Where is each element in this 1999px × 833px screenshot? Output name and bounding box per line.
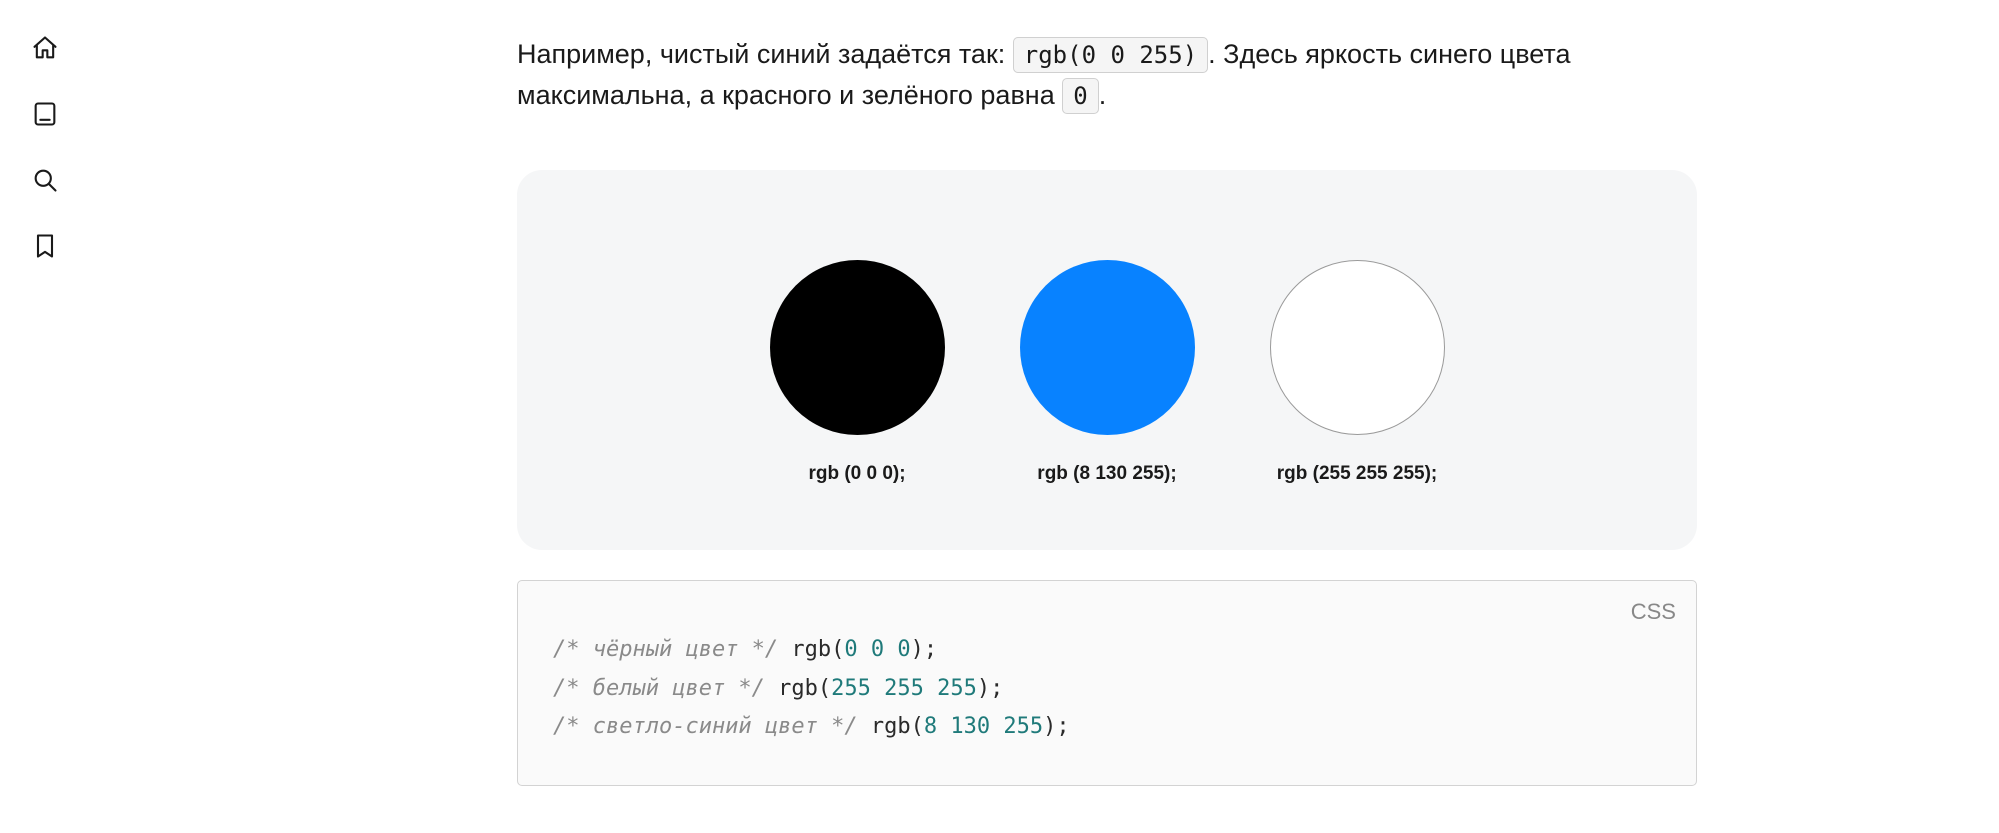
color-swatch-panel: rgb (0 0 0); rgb (8 130 255); rgb (255 2… [517, 170, 1697, 550]
code-block: CSS /* чёрный цвет */ rgb(0 0 0); /* бел… [517, 580, 1697, 786]
code-line: /* чёрный цвет */ rgb(0 0 0); [553, 631, 1661, 670]
code-num: 0 [844, 637, 857, 662]
sidebar [0, 0, 90, 833]
code-num: 8 [924, 714, 937, 739]
code-comment: /* светло-синий цвет */ [553, 714, 858, 739]
search-icon[interactable] [31, 166, 59, 194]
code-num: 0 [897, 637, 910, 662]
code-num: 255 [884, 676, 924, 701]
code-num: 255 [831, 676, 871, 701]
text: Например, чистый синий задаётся так: [517, 39, 1013, 69]
code-pad [858, 714, 871, 739]
text: . [1099, 80, 1107, 110]
code-pad [778, 637, 791, 662]
code-num: 130 [950, 714, 990, 739]
code-line: /* светло-синий цвет */ rgb(8 130 255); [553, 708, 1661, 747]
swatch-blue: rgb (8 130 255); [1020, 260, 1195, 485]
swatch-black: rgb (0 0 0); [770, 260, 945, 485]
inline-code-zero: 0 [1062, 78, 1098, 114]
code-fn: rgb [871, 714, 911, 739]
swatch-label: rgb (0 0 0); [808, 463, 905, 485]
code-fn: rgb [778, 676, 818, 701]
inline-code-rgb-blue: rgb(0 0 255) [1013, 37, 1208, 73]
code-comment: /* чёрный цвет */ [553, 637, 778, 662]
swatch-label: rgb (255 255 255); [1277, 463, 1438, 485]
code-punct: ( [911, 714, 924, 739]
code-punct: ); [1043, 714, 1070, 739]
bookmark-icon[interactable] [31, 232, 59, 260]
code-punct: ( [831, 637, 844, 662]
color-circle [1020, 260, 1195, 435]
code-num: 255 [1003, 714, 1043, 739]
swatch-label: rgb (8 130 255); [1037, 463, 1176, 485]
code-fn: rgb [791, 637, 831, 662]
code-comment: /* белый цвет */ [553, 676, 765, 701]
book-icon[interactable] [31, 100, 59, 128]
code-pad [765, 676, 778, 701]
code-punct: ); [911, 637, 938, 662]
code-num: 255 [937, 676, 977, 701]
code-lang-label: CSS [1631, 593, 1676, 632]
color-circle [770, 260, 945, 435]
code-line: /* белый цвет */ rgb(255 255 255); [553, 670, 1661, 709]
home-icon[interactable] [31, 34, 59, 62]
swatch-white: rgb (255 255 255); [1270, 260, 1445, 485]
code-num: 0 [871, 637, 884, 662]
intro-paragraph: Например, чистый синий задаётся так: rgb… [517, 34, 1697, 115]
code-punct: ( [818, 676, 831, 701]
article-content: Например, чистый синий задаётся так: rgb… [517, 0, 1697, 786]
color-circle [1270, 260, 1445, 435]
code-punct: ); [977, 676, 1004, 701]
